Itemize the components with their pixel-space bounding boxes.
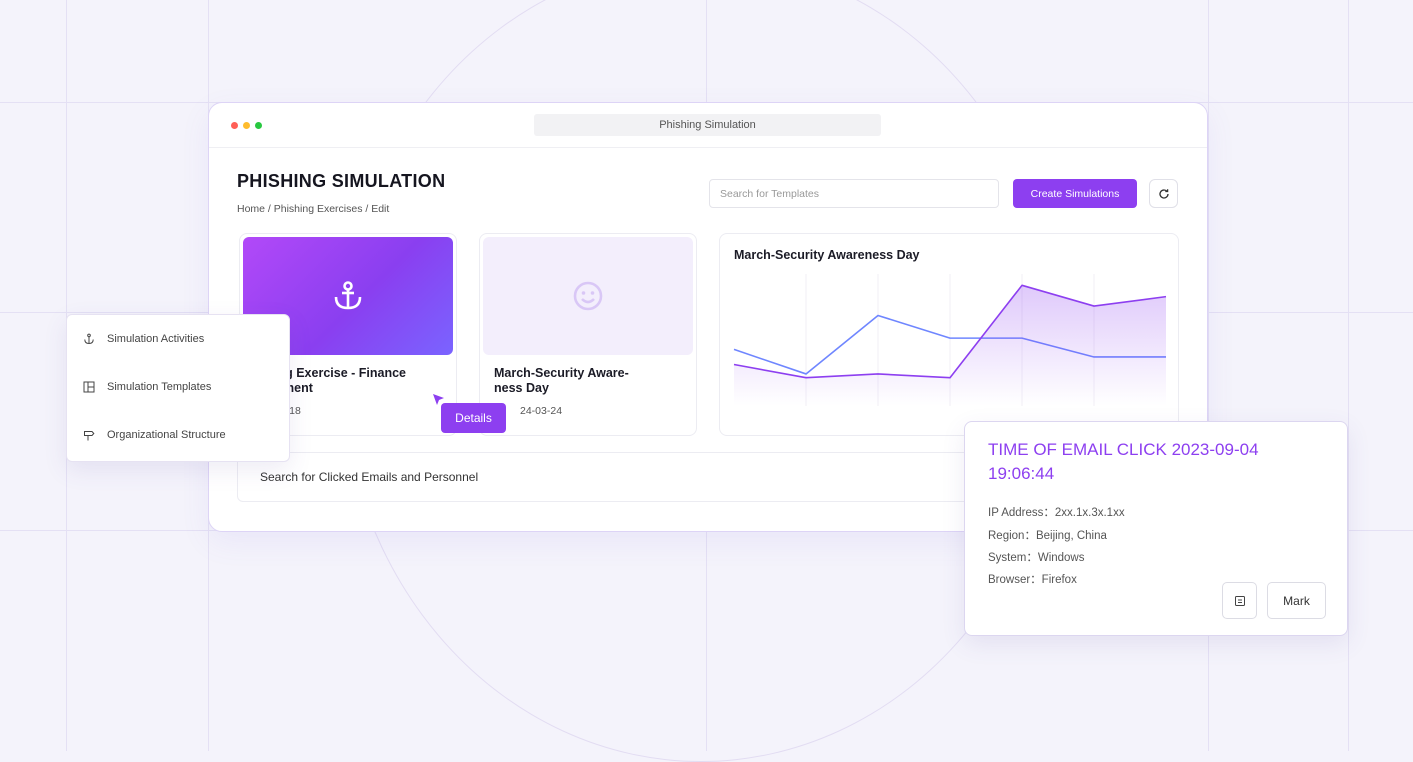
signpost-icon — [84, 431, 95, 441]
mark-button[interactable]: Mark — [1267, 582, 1326, 619]
anchor-icon — [84, 333, 94, 345]
template-search-input[interactable]: Search for Templates — [709, 179, 999, 208]
menu-item-organizational-structure[interactable]: Organizational Structure — [83, 429, 226, 441]
smiley-icon — [573, 281, 603, 311]
breadcrumb[interactable]: Home / Phishing Exercises / Edit — [237, 203, 389, 215]
system: System：Windows — [988, 552, 1085, 564]
region: Region：Beijing, China — [988, 530, 1107, 542]
details-tooltip[interactable]: Details — [441, 403, 506, 433]
note-icon — [1234, 595, 1245, 606]
refresh-button[interactable] — [1149, 179, 1178, 208]
window-title: Phishing Simulation — [534, 114, 881, 136]
template-grid-icon — [83, 381, 95, 393]
line-chart — [733, 274, 1167, 406]
traffic-lights — [231, 122, 262, 129]
card-date: 24-03-24 — [520, 405, 563, 417]
page-title: PHISHING SIMULATION — [237, 171, 446, 191]
menu-item-label: Simulation Templates — [107, 381, 212, 393]
menu-item-label: Organizational Structure — [107, 429, 226, 441]
simulation-card[interactable]: March-Security Aware- ness Day 24-03-24 — [479, 233, 697, 436]
minimize-dot[interactable] — [243, 122, 250, 129]
menu-item-simulation-templates[interactable]: Simulation Templates — [83, 381, 211, 393]
chart-card: March-Security Awareness Day — [719, 233, 1179, 436]
ip-address: IP Address：2xx.1x.3x.1xx — [988, 507, 1125, 519]
menu-item-simulation-activities[interactable]: Simulation Activities — [83, 333, 204, 345]
card-title-line: ing Exercise - Finance rtment — [274, 366, 406, 395]
create-simulations-button[interactable]: Create Simulations — [1013, 179, 1137, 208]
maximize-dot[interactable] — [255, 122, 262, 129]
window-titlebar: Phishing Simulation — [209, 103, 1207, 148]
clicked-emails-search[interactable]: Search for Clicked Emails and Personnel — [237, 452, 997, 502]
refresh-icon — [1158, 188, 1169, 199]
click-time-title: TIME OF EMAIL CLICK 2023-09-04 19:06:44 — [988, 440, 1259, 483]
browser: Browser：Firefox — [988, 574, 1077, 586]
side-menu: Simulation Activities Simulation Templat… — [66, 314, 290, 462]
anchor-icon — [334, 281, 362, 310]
card-thumbnail — [483, 237, 693, 355]
menu-item-label: Simulation Activities — [107, 333, 205, 345]
close-dot[interactable] — [231, 122, 238, 129]
note-button[interactable] — [1222, 582, 1257, 619]
email-click-info-card: TIME OF EMAIL CLICK 2023-09-04 19:06:44 … — [964, 421, 1348, 636]
card-title: March-Security Aware- ness Day — [494, 366, 629, 395]
